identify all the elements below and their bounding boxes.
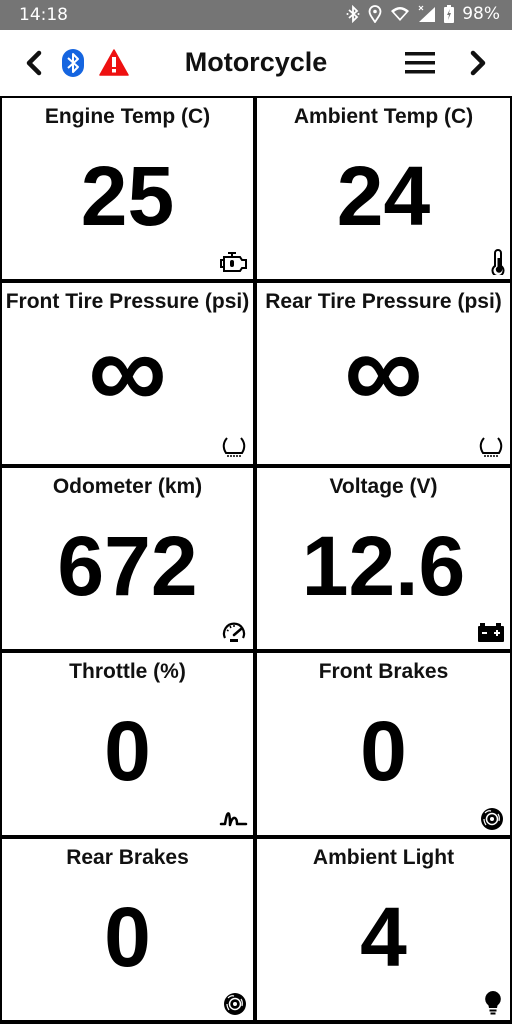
tile-ambient-light[interactable]: Ambient Light 4 [257,839,510,1020]
tile-label: Rear Brakes [66,846,189,869]
tire-icon [219,434,249,460]
tile-odometer[interactable]: Odometer (km) 672 [2,468,253,649]
tile-value: 0 [360,704,407,798]
brake-disc-icon [476,805,506,831]
tile-label: Front Brakes [318,660,449,683]
tile-label: Engine Temp (C) [44,105,211,128]
tile-engine-temp[interactable]: Engine Temp (C) 25 [2,98,253,279]
location-icon [368,5,382,23]
tile-value: 12.6 [301,519,466,613]
tile-value: 0 [104,890,151,984]
sensor-grid: Engine Temp (C) 25 Ambient Temp (C) 24 F… [0,96,512,1024]
tile-value: 672 [57,519,198,613]
brake-disc-icon [219,990,249,1016]
tile-voltage[interactable]: Voltage (V) 12.6 [257,468,510,649]
tile-front-brakes[interactable]: Front Brakes 0 [257,653,510,835]
battery-charging-icon [444,5,455,23]
tile-value: ∞ [88,309,167,432]
tile-label: Throttle (%) [69,660,186,683]
tile-label: Odometer (km) [52,475,203,498]
tile-label: Voltage (V) [329,475,438,498]
tile-label: Ambient Light [312,846,455,869]
battery-icon [476,619,506,645]
tile-value: 25 [80,149,175,243]
wifi-icon [390,6,410,22]
tile-throttle[interactable]: Throttle (%) 0 [2,653,253,835]
tile-label: Ambient Temp (C) [293,105,474,128]
signal-icon [418,5,436,23]
tile-front-tire-pressure[interactable]: Front Tire Pressure (psi) ∞ [2,283,253,464]
tire-icon [476,434,506,460]
forward-chevron-icon[interactable] [468,50,488,81]
status-time: 14:18 [19,5,68,25]
bluetooth-status-icon [346,5,360,23]
tile-value: ∞ [344,309,423,432]
tile-value: 0 [104,704,151,798]
speedometer-icon [219,619,249,645]
tile-rear-brakes[interactable]: Rear Brakes 0 [2,839,253,1020]
tile-value: 24 [336,149,431,243]
lightbulb-icon [476,990,506,1016]
app-bar: Motorcycle [0,30,512,96]
page-title: Motorcycle [184,47,328,77]
throttle-icon [219,805,249,831]
tile-value: 4 [360,890,407,984]
tile-ambient-temp[interactable]: Ambient Temp (C) 24 [257,98,510,279]
tile-rear-tire-pressure[interactable]: Rear Tire Pressure (psi) ∞ [257,283,510,464]
engine-icon [219,249,249,275]
status-bar: 14:18 98% [0,0,512,30]
thermometer-icon [476,249,506,278]
battery-percent: 98% [462,4,500,24]
menu-icon[interactable] [405,51,435,80]
